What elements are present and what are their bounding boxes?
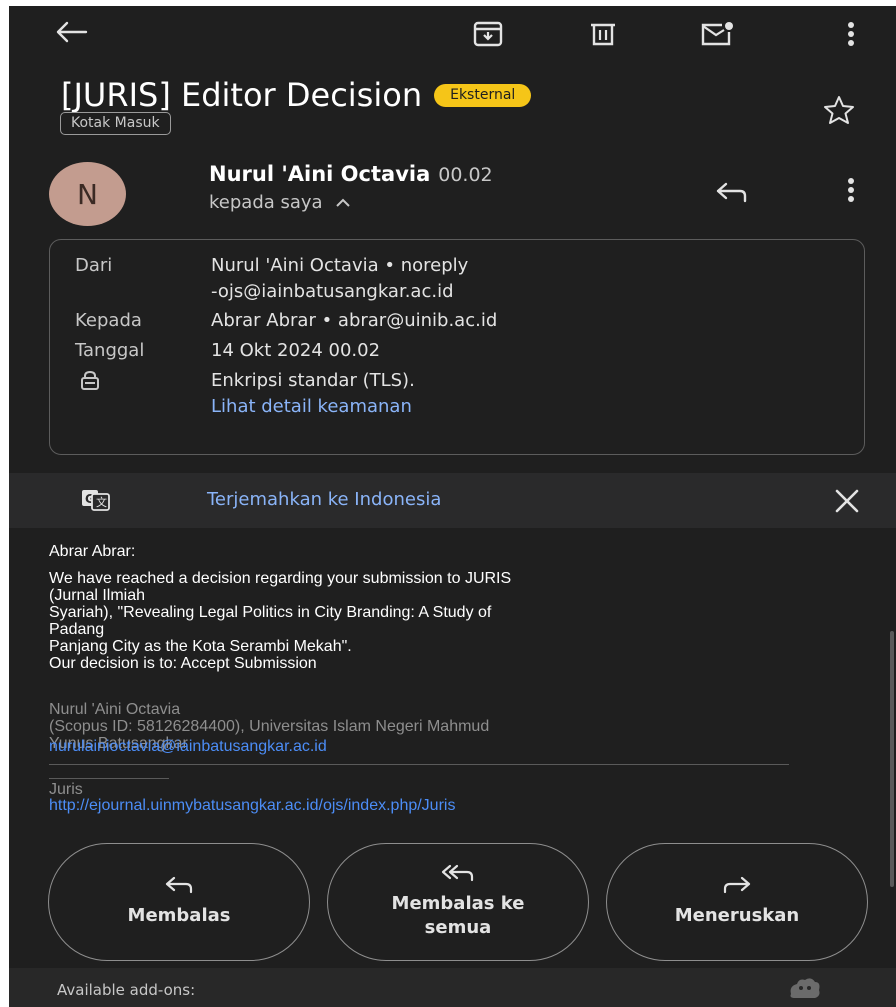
translate-link[interactable]: Terjemahkan ke Indonesia	[207, 489, 441, 510]
date-label: Tanggal	[75, 340, 145, 361]
message-more-button[interactable]	[829, 168, 873, 212]
forward-icon	[723, 876, 751, 894]
message-details: Dari Nurul 'Aini Octavia • noreply -ojs@…	[49, 239, 865, 455]
reply-button[interactable]: Membalas	[48, 843, 310, 961]
from-value-line2: -ojs@iainbatusangkar.ac.id	[211, 281, 454, 302]
archive-button[interactable]	[466, 12, 510, 56]
reply-button-label: Membalas	[127, 905, 231, 926]
message-paragraph: We have reached a decision regarding you…	[49, 570, 512, 655]
divider	[49, 778, 169, 779]
inbox-label-chip[interactable]: Kotak Masuk	[60, 112, 171, 135]
journal-url-link[interactable]: http://ejournal.uinmybatusangkar.ac.id/o…	[49, 797, 849, 814]
avatar[interactable]: N	[49, 162, 126, 226]
external-badge: Eksternal	[434, 83, 532, 107]
addon-icon[interactable]	[785, 974, 825, 1006]
translate-icon: G 文	[81, 489, 111, 515]
mark-unread-button[interactable]	[695, 12, 739, 56]
date-value: 14 Okt 2024 00.02	[211, 340, 381, 361]
sender-name: Nurul 'Aini Octavia	[209, 162, 431, 186]
sender-line: Nurul 'Aini Octavia 00.02	[209, 162, 493, 186]
message-greeting: Abrar Abrar:	[49, 543, 136, 560]
from-value-line1: Nurul 'Aini Octavia • noreply	[211, 255, 469, 276]
sender-time: 00.02	[438, 164, 493, 186]
translate-bar: G 文 Terjemahkan ke Indonesia	[9, 473, 896, 528]
reply-icon	[716, 182, 747, 203]
reply-all-button-label: Membalas ke semua	[391, 893, 525, 938]
star-button[interactable]	[817, 88, 861, 132]
more-vert-icon	[848, 22, 854, 46]
signature-email-link[interactable]: nurulainioctavia@iainbatusangkar.ac.id	[49, 738, 849, 755]
back-button[interactable]	[49, 10, 93, 54]
close-translate-button[interactable]	[825, 479, 869, 523]
chevron-up-icon	[335, 198, 350, 207]
toolbar	[9, 6, 896, 66]
subject-text: [JURIS] Editor Decision	[61, 76, 423, 114]
close-icon	[835, 489, 859, 513]
forward-button-label: Meneruskan	[674, 905, 800, 926]
recipient-summary: kepada saya	[209, 192, 323, 213]
star-icon	[824, 96, 854, 124]
to-label: Kepada	[75, 310, 142, 331]
svg-text:文: 文	[96, 495, 107, 509]
more-options-button[interactable]	[829, 12, 873, 56]
reply-all-button[interactable]: Membalas ke semua	[327, 843, 589, 961]
archive-icon	[473, 21, 503, 47]
email-screen: [JURIS] Editor Decision Eksternal Kotak …	[9, 6, 896, 1007]
reply-icon	[165, 876, 193, 894]
lock-icon	[80, 370, 100, 395]
addons-footer: Available add-ons:	[9, 968, 896, 1007]
reply-all-icon	[441, 864, 474, 882]
journal-name: Juris	[49, 781, 83, 798]
to-value: Abrar Abrar • abrar@uinib.ac.id	[211, 310, 498, 331]
reply-icon-button[interactable]	[709, 170, 753, 214]
from-label: Dari	[75, 255, 113, 276]
forward-button[interactable]: Meneruskan	[606, 843, 868, 961]
mail-unread-icon	[701, 22, 733, 46]
recipient-toggle[interactable]: kepada saya	[209, 192, 351, 213]
more-vert-icon	[848, 178, 854, 202]
email-subject: [JURIS] Editor Decision Eksternal	[61, 76, 532, 114]
trash-icon	[591, 23, 615, 46]
arrow-left-icon	[56, 21, 88, 43]
divider	[49, 764, 789, 765]
message-decision: Our decision is to: Accept Submission	[49, 655, 317, 672]
delete-button[interactable]	[581, 12, 625, 56]
security-value: Enkripsi standar (TLS).	[211, 370, 415, 391]
addons-label: Available add-ons:	[57, 981, 196, 999]
security-details-link[interactable]: Lihat detail keamanan	[211, 396, 412, 417]
scrollbar[interactable]	[890, 631, 894, 887]
